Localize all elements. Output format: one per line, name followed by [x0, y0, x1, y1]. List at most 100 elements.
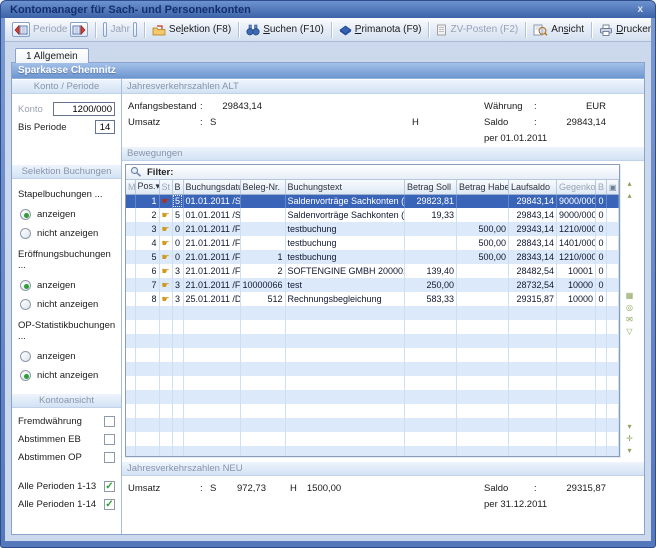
empty-row[interactable] — [126, 446, 619, 457]
cell-haben[interactable] — [457, 292, 509, 306]
cell-st[interactable]: ☛ — [159, 264, 172, 278]
cell-haben[interactable]: 500,00 — [457, 250, 509, 264]
cell-text[interactable]: testbuchung — [285, 222, 405, 236]
grid-icon[interactable]: ▦ — [626, 290, 634, 302]
cell-b2[interactable]: 0 — [596, 278, 607, 292]
empty-row[interactable] — [126, 320, 619, 334]
cell-b2[interactable]: 0 — [596, 236, 607, 250]
column-header-B[interactable]: B — [172, 180, 183, 194]
column-header-Betrag Haben[interactable]: Betrag Haben — [457, 180, 509, 194]
cell-m[interactable] — [126, 264, 135, 278]
cell-selcol[interactable] — [607, 208, 619, 222]
cell-selcol[interactable] — [607, 222, 619, 236]
cell-m[interactable] — [126, 194, 135, 208]
filter-icon[interactable]: ▽ — [626, 326, 632, 338]
toolbar-button-ansicht[interactable]: Ansicht — [529, 22, 588, 38]
cell-text[interactable]: test — [285, 278, 405, 292]
checkbox-icon[interactable] — [104, 452, 115, 463]
radio-icon[interactable] — [20, 228, 31, 239]
cell-gegenkonto[interactable]: 9000/000 — [557, 194, 596, 208]
cell-st[interactable]: ☛ — [159, 292, 172, 306]
cell-soll[interactable] — [405, 250, 457, 264]
empty-row[interactable] — [126, 432, 619, 446]
cell-b[interactable]: 3 — [172, 278, 183, 292]
cell-selcol[interactable] — [607, 250, 619, 264]
scroll-up2-icon[interactable]: ▴ — [627, 190, 631, 202]
column-header-Laufsaldo[interactable]: Laufsaldo — [509, 180, 557, 194]
cell-datum[interactable]: 01.01.2011 /Sa — [183, 194, 240, 208]
cell-gegenkonto[interactable]: 1210/000 — [557, 222, 596, 236]
column-header-St[interactable]: St — [159, 180, 172, 194]
cell-gegenkonto[interactable]: 10001 — [557, 264, 596, 278]
cell-st[interactable]: ☛ — [159, 222, 172, 236]
cell-beleg[interactable] — [240, 208, 285, 222]
radio-option-nicht-anzeigen[interactable]: nicht anzeigen — [20, 299, 117, 310]
cell-m[interactable] — [126, 222, 135, 236]
cell-text[interactable]: testbuchung — [285, 250, 405, 264]
checkbox-Abstimmen-EB[interactable]: Abstimmen EB — [18, 434, 115, 445]
cell-m[interactable] — [126, 250, 135, 264]
empty-row[interactable] — [126, 390, 619, 404]
radio-icon[interactable] — [20, 351, 31, 362]
cell-beleg[interactable]: 2 — [240, 264, 285, 278]
cell-laufsaldo[interactable]: 28843,14 — [509, 236, 557, 250]
booking-row-4[interactable]: 4☛021.01.2011 /Frtestbuchung500,0028843,… — [126, 236, 619, 250]
cell-beleg[interactable]: 512 — [240, 292, 285, 306]
cell-datum[interactable]: 21.01.2011 /Fr — [183, 236, 240, 250]
radio-option-anzeigen[interactable]: anzeigen — [20, 209, 117, 220]
toolbar-button-primanota[interactable]: Primanota (F9) — [335, 22, 426, 38]
cell-b[interactable]: 5 — [172, 194, 183, 208]
empty-row[interactable] — [126, 348, 619, 362]
radio-option-nicht-anzeigen[interactable]: nicht anzeigen — [20, 228, 117, 239]
zoom-icon[interactable]: ◎ — [626, 302, 633, 314]
checkbox-Alle-Perioden-1-13[interactable]: Alle Perioden 1-13✓ — [18, 481, 115, 492]
column-header-chooser[interactable]: ▣ — [607, 180, 619, 194]
title-bar[interactable]: Kontomanager für Sach- und Personenkonte… — [1, 1, 655, 18]
cell-laufsaldo[interactable]: 29843,14 — [509, 194, 557, 208]
cell-soll[interactable] — [405, 222, 457, 236]
column-header-Pos.[interactable]: Pos.▾ — [135, 180, 159, 194]
cell-st[interactable]: ☛ — [159, 278, 172, 292]
next-year-icon[interactable] — [133, 22, 137, 37]
cell-soll[interactable] — [405, 236, 457, 250]
booking-row-8[interactable]: 8☛325.01.2011 /Di512Rechnungsbegleichung… — [126, 292, 619, 306]
cell-datum[interactable]: 01.01.2011 /Sa — [183, 208, 240, 222]
toolbar-button-drucken[interactable]: Drucken — [595, 22, 651, 38]
cell-gegenkonto[interactable]: 9000/000 — [557, 208, 596, 222]
cell-laufsaldo[interactable]: 28482,54 — [509, 264, 557, 278]
column-header-B[interactable]: B — [596, 180, 607, 194]
cell-beleg[interactable]: 1 — [240, 250, 285, 264]
column-header-M[interactable]: M — [126, 180, 135, 194]
cell-b[interactable]: 0 — [172, 236, 183, 250]
cell-haben[interactable] — [457, 278, 509, 292]
filter-row[interactable]: Filter: — [126, 165, 619, 180]
booking-row-2[interactable]: 2☛501.01.2011 /SaSaldenvorträge Sachkont… — [126, 208, 619, 222]
cell-pos[interactable]: 5 — [135, 250, 159, 264]
cell-m[interactable] — [126, 292, 135, 306]
cell-b[interactable]: 5 — [172, 208, 183, 222]
cell-selcol[interactable] — [607, 236, 619, 250]
cell-b[interactable]: 3 — [172, 292, 183, 306]
booking-row-7[interactable]: 7☛321.01.2011 /Fr10000066test250,0028732… — [126, 278, 619, 292]
cell-pos[interactable]: 2 — [135, 208, 159, 222]
cell-selcol[interactable] — [607, 278, 619, 292]
cell-pos[interactable]: 8 — [135, 292, 159, 306]
cell-selcol[interactable] — [607, 264, 619, 278]
cell-gegenkonto[interactable]: 1210/000 — [557, 250, 596, 264]
cell-haben[interactable]: 500,00 — [457, 222, 509, 236]
cell-soll[interactable]: 139,40 — [405, 264, 457, 278]
radio-option-nicht-anzeigen[interactable]: nicht anzeigen — [20, 370, 117, 381]
cell-beleg[interactable] — [240, 222, 285, 236]
cell-laufsaldo[interactable]: 29315,87 — [509, 292, 557, 306]
cell-laufsaldo[interactable]: 28732,54 — [509, 278, 557, 292]
cell-b2[interactable]: 0 — [596, 222, 607, 236]
cell-datum[interactable]: 21.01.2011 /Fr — [183, 222, 240, 236]
checkbox-icon[interactable] — [104, 434, 115, 445]
empty-row[interactable] — [126, 362, 619, 376]
cell-pos[interactable]: 4 — [135, 236, 159, 250]
cell-soll[interactable]: 29823,81 — [405, 194, 457, 208]
cell-b[interactable]: 0 — [172, 250, 183, 264]
empty-row[interactable] — [126, 334, 619, 348]
cell-text[interactable]: Saldenvorträge Sachkonten (EB) — [285, 194, 405, 208]
radio-option-anzeigen[interactable]: anzeigen — [20, 351, 117, 362]
